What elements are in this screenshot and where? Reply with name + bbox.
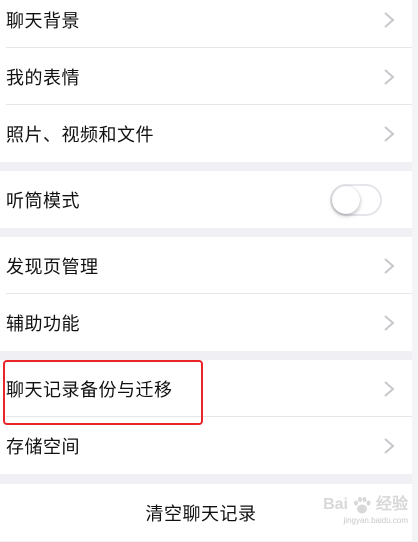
row-my-stickers[interactable]: 我的表情	[0, 48, 412, 105]
settings-group-earpiece: 听筒模式	[0, 171, 412, 228]
earpiece-mode-toggle[interactable]	[330, 183, 382, 216]
row-storage-space[interactable]: 存储空间	[0, 417, 412, 474]
row-chat-background[interactable]: 聊天背景	[0, 0, 412, 48]
row-label: 照片、视频和文件	[6, 124, 154, 146]
row-label: 聊天背景	[6, 10, 80, 32]
row-label: 辅助功能	[6, 313, 80, 335]
settings-group-chat: 聊天背景 我的表情 照片、视频和文件	[0, 0, 412, 162]
row-photos-videos-files[interactable]: 照片、视频和文件	[0, 105, 412, 162]
row-label: 发现页管理	[6, 256, 99, 278]
row-label: 存储空间	[6, 436, 80, 458]
settings-group-clear: 清空聊天记录	[0, 484, 412, 541]
chevron-right-icon	[382, 10, 396, 30]
toggle-knob	[332, 185, 360, 214]
clear-chat-history-button[interactable]: 清空聊天记录	[0, 484, 412, 541]
row-discover-management[interactable]: 发现页管理	[0, 237, 412, 294]
chevron-right-icon	[382, 256, 396, 276]
chevron-right-icon	[382, 67, 396, 87]
chevron-right-icon	[382, 313, 396, 333]
row-chat-backup-migration[interactable]: 聊天记录备份与迁移	[0, 360, 412, 417]
row-label: 听筒模式	[6, 190, 80, 212]
clear-chat-history-label: 清空聊天记录	[145, 503, 257, 525]
settings-group-discover: 发现页管理 辅助功能	[0, 237, 412, 351]
row-earpiece-mode: 听筒模式	[0, 171, 412, 228]
chevron-right-icon	[382, 124, 396, 144]
scroll-edge	[412, 0, 418, 542]
chevron-right-icon	[382, 379, 396, 399]
row-label: 聊天记录备份与迁移	[6, 379, 173, 401]
row-accessibility[interactable]: 辅助功能	[0, 294, 412, 351]
row-label: 我的表情	[6, 67, 80, 89]
settings-group-storage: 聊天记录备份与迁移 存储空间	[0, 360, 412, 474]
chevron-right-icon	[382, 436, 396, 456]
